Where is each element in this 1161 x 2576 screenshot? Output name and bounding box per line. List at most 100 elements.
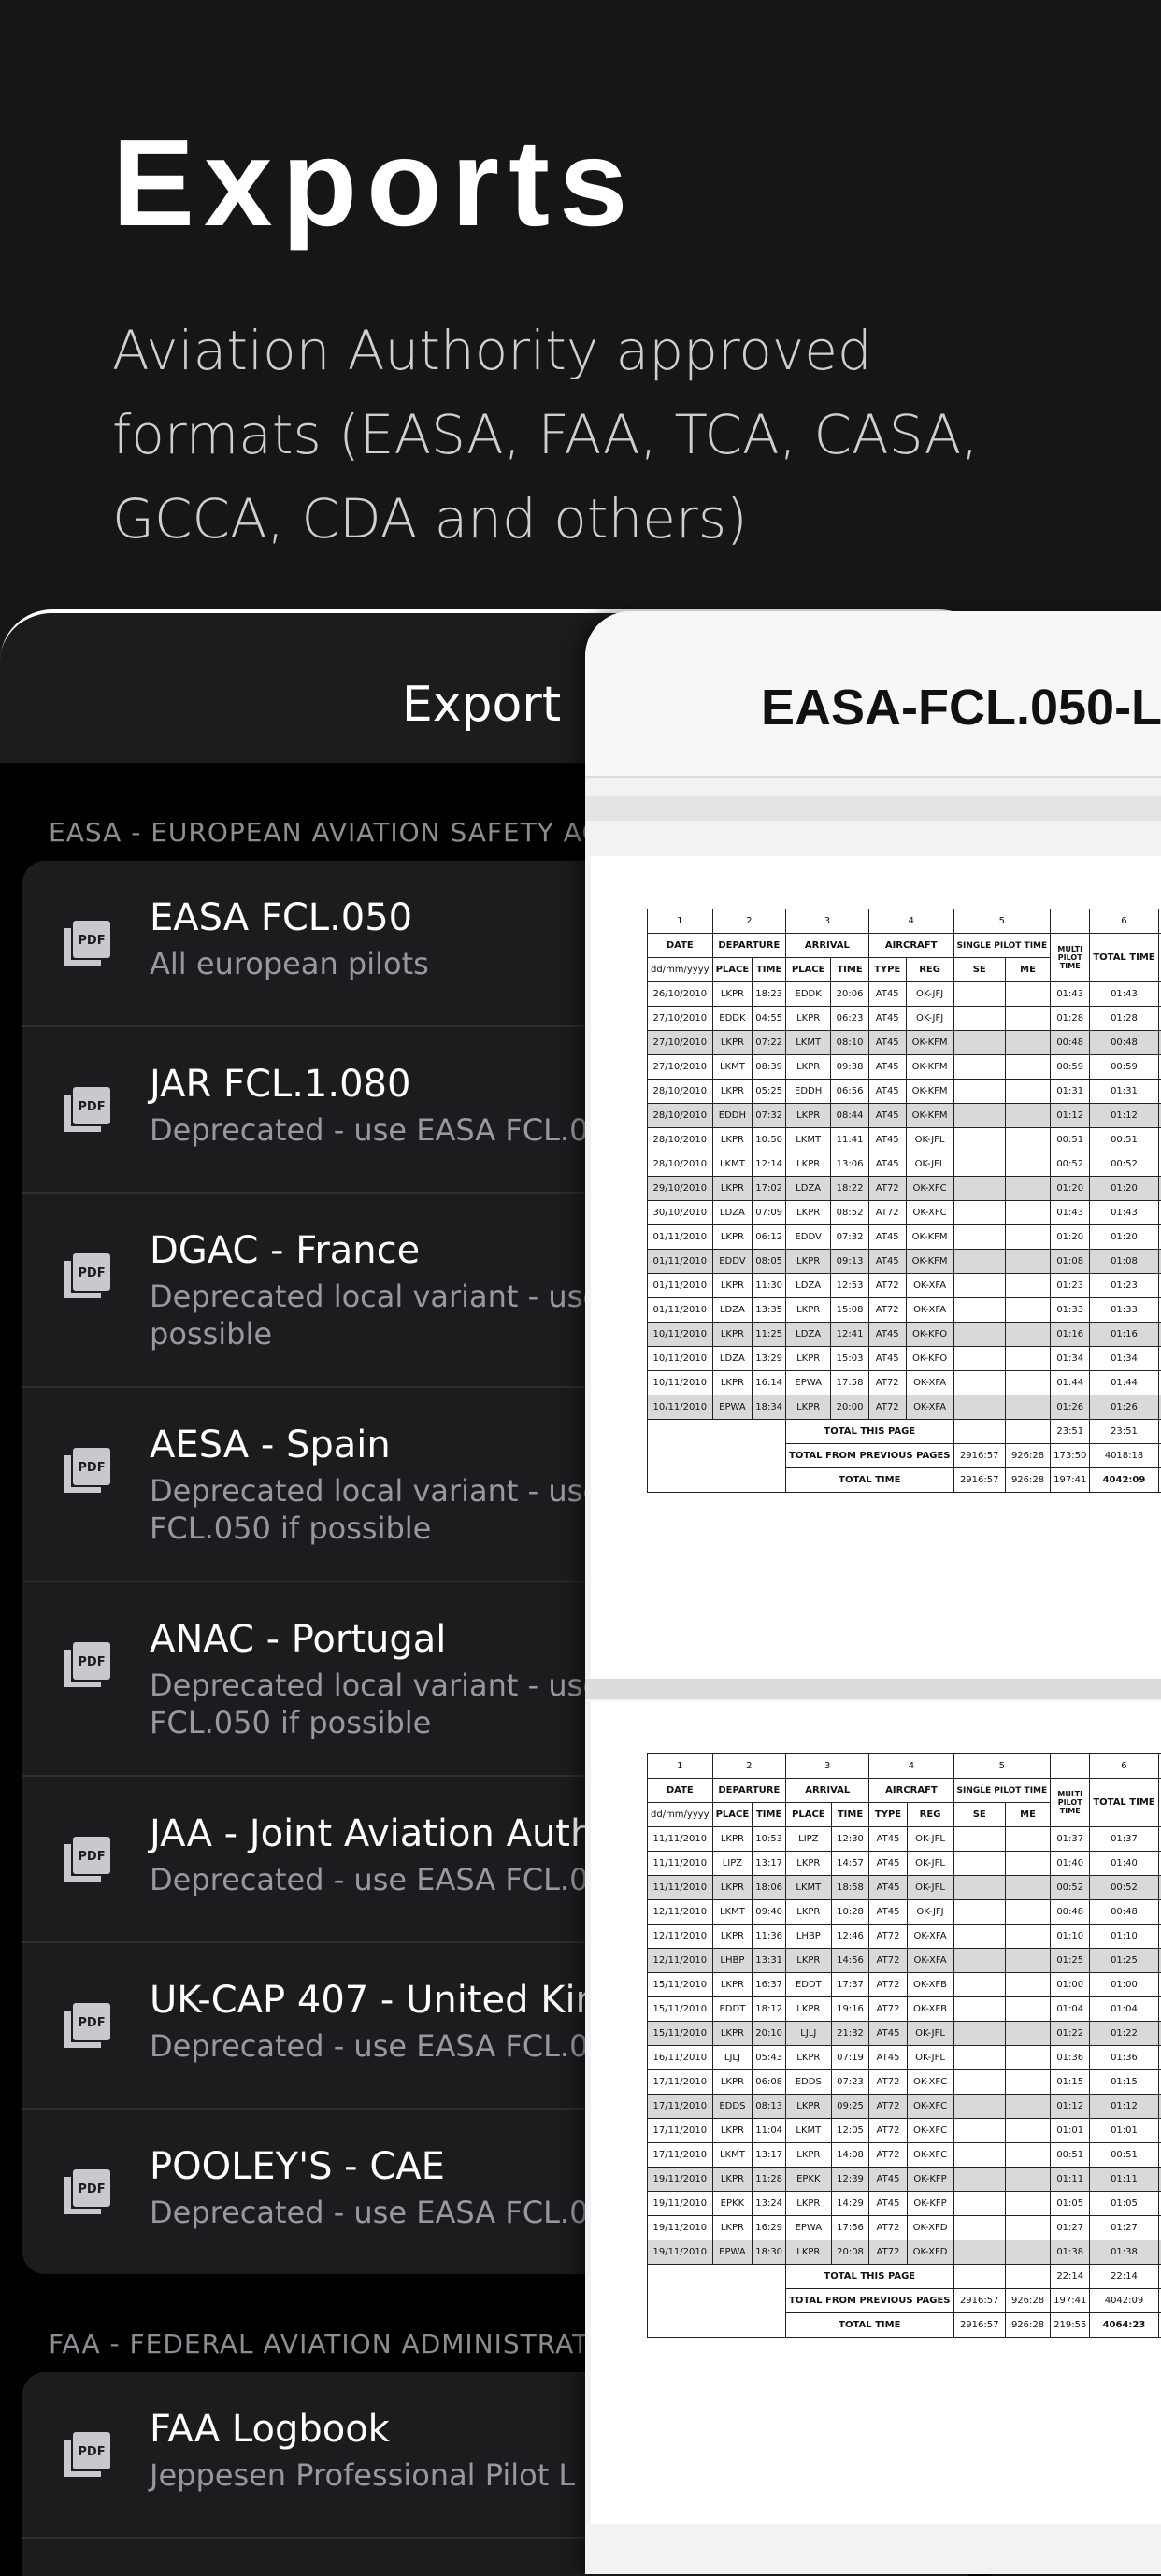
- table-cell: EDDK: [712, 1007, 752, 1031]
- table-cell: 15/11/2010: [648, 1997, 713, 2022]
- table-cell: LIPZ: [712, 1852, 752, 1876]
- table-cell: 01:28: [1051, 1007, 1090, 1031]
- table-cell: 12:39: [831, 2168, 869, 2192]
- table-cell: LKPR: [712, 1323, 752, 1347]
- table-cell: LKPR: [786, 2240, 832, 2265]
- table-cell: 16:29: [752, 2216, 786, 2240]
- table-cell: 01:43: [1090, 982, 1158, 1007]
- table-cell: AT72: [868, 1371, 906, 1395]
- totals-value: 197:41: [1051, 1468, 1090, 1493]
- table-cell: 06:23: [831, 1007, 869, 1031]
- table-cell: AT45: [868, 1128, 906, 1152]
- totals-value: [953, 1420, 1005, 1444]
- table-row: 19/11/2010LKPR16:29EPWA17:56AT72OK-XFD01…: [648, 2216, 1161, 2240]
- table-cell: 11/11/2010: [648, 1827, 713, 1852]
- totals-label: TOTAL FROM PREVIOUS PAGES: [786, 2289, 953, 2313]
- table-cell: 01:44: [1090, 1371, 1158, 1395]
- blank-cell: [648, 2265, 786, 2338]
- column-subheader: REG: [907, 1803, 953, 1827]
- table-cell: AT45: [868, 982, 906, 1007]
- table-cell: OK-JFL: [907, 2046, 953, 2070]
- table-cell: 01:01: [1051, 2119, 1090, 2143]
- table-cell: 01:28: [1090, 1007, 1158, 1031]
- table-cell: [1005, 2143, 1050, 2168]
- table-cell: [1005, 1876, 1050, 1900]
- column-number: 2: [712, 909, 785, 934]
- table-cell: OK-KFP: [907, 2168, 953, 2192]
- table-cell: [953, 982, 1005, 1007]
- column-subheader: TYPE: [868, 958, 906, 982]
- table-cell: 01:20: [1051, 1225, 1090, 1250]
- table-cell: AT45: [868, 1225, 906, 1250]
- column-number: 4: [868, 909, 953, 934]
- table-cell: 16:37: [752, 1973, 786, 1997]
- table-cell: 10:28: [831, 1900, 869, 1925]
- column-header: MULTI PILOT TIME: [1051, 934, 1090, 982]
- table-cell: AT45: [868, 1323, 906, 1347]
- table-cell: LHBP: [786, 1925, 832, 1949]
- column-subheader: ME: [1005, 1803, 1050, 1827]
- table-cell: 09:38: [831, 1055, 869, 1080]
- table-cell: [953, 2143, 1005, 2168]
- table-row: 27/10/2010LKMT08:39LKPR09:38AT45OK-KFM00…: [648, 1055, 1161, 1080]
- table-cell: [953, 2240, 1005, 2265]
- table-cell: 00:52: [1051, 1152, 1090, 1177]
- table-cell: OK-XFC: [907, 2070, 953, 2095]
- table-cell: [953, 1997, 1005, 2022]
- column-subheader: TIME: [752, 1803, 786, 1827]
- table-cell: [953, 1347, 1005, 1371]
- table-cell: [1005, 1104, 1050, 1128]
- table-cell: LIPZ: [786, 1827, 832, 1852]
- table-cell: 29/10/2010: [648, 1177, 713, 1201]
- column-number: 3: [786, 1754, 869, 1779]
- table-cell: LKPR: [786, 2143, 832, 2168]
- table-cell: AT72: [869, 1997, 907, 2022]
- pdf-file-icon: PDF: [62, 1835, 110, 1883]
- table-cell: AT72: [869, 1925, 907, 1949]
- column-number: 6: [1090, 909, 1158, 934]
- page-divider: [585, 1679, 1161, 1699]
- table-cell: 15:08: [831, 1298, 869, 1323]
- table-cell: AT72: [869, 2070, 907, 2095]
- table-cell: 01:44: [1051, 1371, 1090, 1395]
- totals-value: 197:41: [1051, 2289, 1090, 2313]
- table-cell: OK-XFA: [907, 1925, 953, 1949]
- column-number: 3: [786, 909, 869, 934]
- svg-text:PDF: PDF: [78, 1267, 105, 1281]
- table-cell: 07:32: [752, 1104, 786, 1128]
- table-cell: 01:10: [1090, 1925, 1158, 1949]
- table-cell: 08:52: [831, 1201, 869, 1225]
- table-cell: OK-JFJ: [906, 1007, 953, 1031]
- table-cell: LKMT: [786, 1128, 831, 1152]
- table-cell: AT45: [869, 2192, 907, 2216]
- table-cell: EDDV: [786, 1225, 831, 1250]
- table-cell: 00:48: [1090, 1900, 1158, 1925]
- table-row: 10/11/2010EPWA18:34LKPR20:00AT72OK-XFA01…: [648, 1395, 1161, 1420]
- table-cell: [1005, 2022, 1050, 2046]
- totals-value: 926:28: [1005, 1444, 1050, 1468]
- table-cell: EPWA: [786, 1371, 831, 1395]
- table-cell: [1005, 2168, 1050, 2192]
- column-header: DEPARTURE: [712, 1779, 785, 1803]
- table-cell: OK-KFM: [906, 1250, 953, 1274]
- table-cell: LKPR: [712, 2119, 752, 2143]
- table-cell: [953, 1031, 1005, 1055]
- table-cell: LKPR: [786, 1055, 831, 1080]
- table-cell: 18:06: [752, 1876, 786, 1900]
- table-cell: 01:37: [1090, 1827, 1158, 1852]
- table-cell: 01:34: [1051, 1347, 1090, 1371]
- table-cell: 01:11: [1090, 2168, 1158, 2192]
- table-cell: 13:24: [752, 2192, 786, 2216]
- table-cell: [1005, 1900, 1050, 1925]
- header-row: DATEDEPARTUREARRIVALAIRCRAFTSINGLE PILOT…: [648, 934, 1161, 958]
- table-cell: [1005, 1177, 1050, 1201]
- table-cell: 05:25: [752, 1080, 786, 1104]
- table-cell: [953, 2095, 1005, 2119]
- pdf-preview[interactable]: EASA-FCL.050-L 1234567DATEDEPARTUREARRIV…: [585, 611, 1161, 2574]
- table-cell: LHBP: [712, 1949, 752, 1973]
- table-cell: [953, 1876, 1005, 1900]
- table-cell: 01:20: [1090, 1225, 1158, 1250]
- table-cell: OK-KFM: [906, 1055, 953, 1080]
- table-cell: 01:37: [1051, 1827, 1090, 1852]
- table-cell: 01:08: [1090, 1250, 1158, 1274]
